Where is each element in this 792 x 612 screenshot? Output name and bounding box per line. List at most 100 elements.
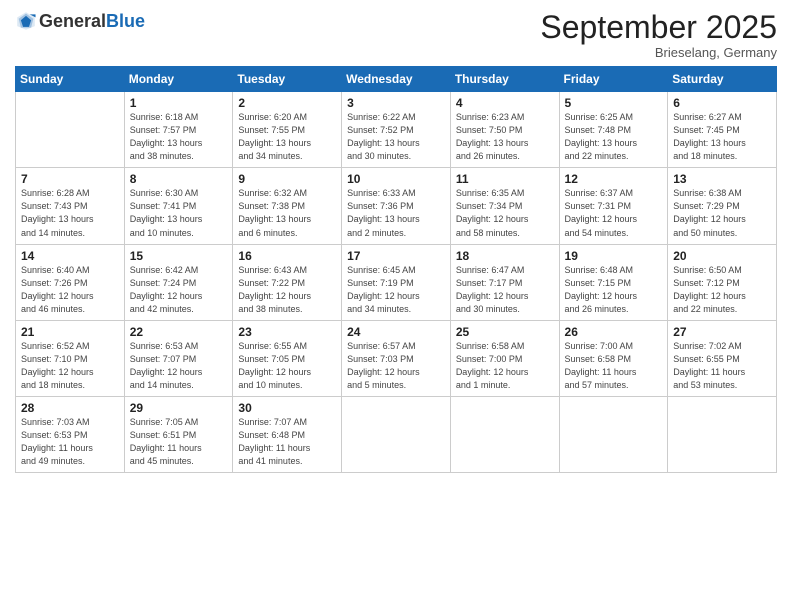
table-cell: 11 Sunrise: 6:35 AMSunset: 7:34 PMDayligh… (450, 168, 559, 244)
day-number: 4 (456, 96, 554, 110)
day-number: 24 (347, 325, 445, 339)
table-cell: 7 Sunrise: 6:28 AMSunset: 7:43 PMDaylight… (16, 168, 125, 244)
day-number: 5 (565, 96, 663, 110)
table-cell: 30 Sunrise: 7:07 AMSunset: 6:48 PMDayligh… (233, 396, 342, 472)
col-saturday: Saturday (668, 67, 777, 92)
day-info: Sunrise: 6:43 AMSunset: 7:22 PMDaylight:… (238, 265, 311, 314)
day-number: 17 (347, 249, 445, 263)
table-cell: 22Sunrise: 6:53 AMSunset: 7:07 PMDayligh… (124, 320, 233, 396)
subtitle: Brieselang, Germany (540, 45, 777, 60)
day-info: Sunrise: 6:52 AMSunset: 7:10 PMDaylight:… (21, 341, 94, 390)
day-number: 7 (21, 172, 119, 186)
day-number: 29 (130, 401, 228, 415)
day-number: 26 (565, 325, 663, 339)
table-cell: 9 Sunrise: 6:32 AMSunset: 7:38 PMDaylight… (233, 168, 342, 244)
table-cell: 28Sunrise: 7:03 AMSunset: 6:53 PMDayligh… (16, 396, 125, 472)
table-cell: 6Sunrise: 6:27 AMSunset: 7:45 PMDaylight… (668, 92, 777, 168)
day-number: 19 (565, 249, 663, 263)
table-cell: 8Sunrise: 6:30 AMSunset: 7:41 PMDaylight… (124, 168, 233, 244)
calendar-page: GeneralBlue September 2025 Brieselang, G… (0, 0, 792, 612)
table-cell: 16 Sunrise: 6:43 AMSunset: 7:22 PMDayligh… (233, 244, 342, 320)
day-info: Sunrise: 6:35 AMSunset: 7:34 PMDaylight:… (456, 188, 529, 237)
table-cell: 3 Sunrise: 6:22 AMSunset: 7:52 PMDaylight… (342, 92, 451, 168)
table-row: 1Sunrise: 6:18 AMSunset: 7:57 PMDaylight… (16, 92, 777, 168)
table-cell: 18 Sunrise: 6:47 AMSunset: 7:17 PMDayligh… (450, 244, 559, 320)
day-number: 30 (238, 401, 336, 415)
table-cell (16, 92, 125, 168)
day-number: 9 (238, 172, 336, 186)
day-number: 23 (238, 325, 336, 339)
day-info: Sunrise: 7:03 AMSunset: 6:53 PMDaylight:… (21, 417, 93, 466)
col-sunday: Sunday (16, 67, 125, 92)
logo-icon (15, 10, 37, 32)
table-cell: 14 Sunrise: 6:40 AMSunset: 7:26 PMDayligh… (16, 244, 125, 320)
table-cell (668, 396, 777, 472)
day-number: 21 (21, 325, 119, 339)
day-number: 25 (456, 325, 554, 339)
day-info: Sunrise: 6:45 AMSunset: 7:19 PMDaylight:… (347, 265, 420, 314)
day-number: 11 (456, 172, 554, 186)
day-number: 14 (21, 249, 119, 263)
day-info: Sunrise: 7:07 AMSunset: 6:48 PMDaylight:… (238, 417, 310, 466)
col-friday: Friday (559, 67, 668, 92)
table-row: 21 Sunrise: 6:52 AMSunset: 7:10 PMDayligh… (16, 320, 777, 396)
table-row: 14 Sunrise: 6:40 AMSunset: 7:26 PMDayligh… (16, 244, 777, 320)
table-cell: 13Sunrise: 6:38 AMSunset: 7:29 PMDayligh… (668, 168, 777, 244)
col-thursday: Thursday (450, 67, 559, 92)
day-info: Sunrise: 7:05 AMSunset: 6:51 PMDaylight:… (130, 417, 202, 466)
day-number: 10 (347, 172, 445, 186)
table-cell (559, 396, 668, 472)
day-info: Sunrise: 6:37 AMSunset: 7:31 PMDaylight:… (565, 188, 638, 237)
table-cell: 17 Sunrise: 6:45 AMSunset: 7:19 PMDayligh… (342, 244, 451, 320)
table-row: 28Sunrise: 7:03 AMSunset: 6:53 PMDayligh… (16, 396, 777, 472)
table-cell (450, 396, 559, 472)
day-number: 18 (456, 249, 554, 263)
day-number: 1 (130, 96, 228, 110)
day-info: Sunrise: 6:47 AMSunset: 7:17 PMDaylight:… (456, 265, 529, 314)
table-cell: 10 Sunrise: 6:33 AMSunset: 7:36 PMDayligh… (342, 168, 451, 244)
logo-text: GeneralBlue (39, 11, 145, 32)
day-info: Sunrise: 6:38 AMSunset: 7:29 PMDaylight:… (673, 188, 746, 237)
table-cell: 29 Sunrise: 7:05 AMSunset: 6:51 PMDayligh… (124, 396, 233, 472)
logo: GeneralBlue (15, 10, 145, 32)
day-number: 8 (130, 172, 228, 186)
day-number: 27 (673, 325, 771, 339)
table-row: 7 Sunrise: 6:28 AMSunset: 7:43 PMDaylight… (16, 168, 777, 244)
day-info: Sunrise: 6:32 AMSunset: 7:38 PMDaylight:… (238, 188, 311, 237)
day-info: Sunrise: 6:40 AMSunset: 7:26 PMDaylight:… (21, 265, 94, 314)
day-number: 2 (238, 96, 336, 110)
table-cell: 12 Sunrise: 6:37 AMSunset: 7:31 PMDayligh… (559, 168, 668, 244)
day-number: 16 (238, 249, 336, 263)
table-cell: 20 Sunrise: 6:50 AMSunset: 7:12 PMDayligh… (668, 244, 777, 320)
col-monday: Monday (124, 67, 233, 92)
day-info: Sunrise: 6:28 AMSunset: 7:43 PMDaylight:… (21, 188, 94, 237)
day-info: Sunrise: 6:25 AMSunset: 7:48 PMDaylight:… (565, 112, 638, 161)
col-wednesday: Wednesday (342, 67, 451, 92)
day-info: Sunrise: 6:33 AMSunset: 7:36 PMDaylight:… (347, 188, 420, 237)
table-cell: 15Sunrise: 6:42 AMSunset: 7:24 PMDayligh… (124, 244, 233, 320)
day-number: 20 (673, 249, 771, 263)
table-cell: 25Sunrise: 6:58 AMSunset: 7:00 PMDayligh… (450, 320, 559, 396)
day-info: Sunrise: 6:50 AMSunset: 7:12 PMDaylight:… (673, 265, 746, 314)
table-cell: 26Sunrise: 7:00 AMSunset: 6:58 PMDayligh… (559, 320, 668, 396)
day-number: 3 (347, 96, 445, 110)
table-cell: 27 Sunrise: 7:02 AMSunset: 6:55 PMDayligh… (668, 320, 777, 396)
day-info: Sunrise: 6:22 AMSunset: 7:52 PMDaylight:… (347, 112, 420, 161)
day-info: Sunrise: 6:20 AMSunset: 7:55 PMDaylight:… (238, 112, 311, 161)
table-cell: 19 Sunrise: 6:48 AMSunset: 7:15 PMDayligh… (559, 244, 668, 320)
day-info: Sunrise: 6:57 AMSunset: 7:03 PMDaylight:… (347, 341, 420, 390)
day-info: Sunrise: 7:02 AMSunset: 6:55 PMDaylight:… (673, 341, 745, 390)
header-row: Sunday Monday Tuesday Wednesday Thursday… (16, 67, 777, 92)
table-cell: 23 Sunrise: 6:55 AMSunset: 7:05 PMDayligh… (233, 320, 342, 396)
day-info: Sunrise: 6:55 AMSunset: 7:05 PMDaylight:… (238, 341, 311, 390)
day-number: 6 (673, 96, 771, 110)
logo-general: General (39, 11, 106, 31)
table-cell: 24 Sunrise: 6:57 AMSunset: 7:03 PMDayligh… (342, 320, 451, 396)
day-number: 12 (565, 172, 663, 186)
table-cell: 2 Sunrise: 6:20 AMSunset: 7:55 PMDaylight… (233, 92, 342, 168)
header: GeneralBlue September 2025 Brieselang, G… (15, 10, 777, 60)
day-info: Sunrise: 6:48 AMSunset: 7:15 PMDaylight:… (565, 265, 638, 314)
col-tuesday: Tuesday (233, 67, 342, 92)
month-title: September 2025 (540, 10, 777, 45)
day-info: Sunrise: 6:53 AMSunset: 7:07 PMDaylight:… (130, 341, 203, 390)
